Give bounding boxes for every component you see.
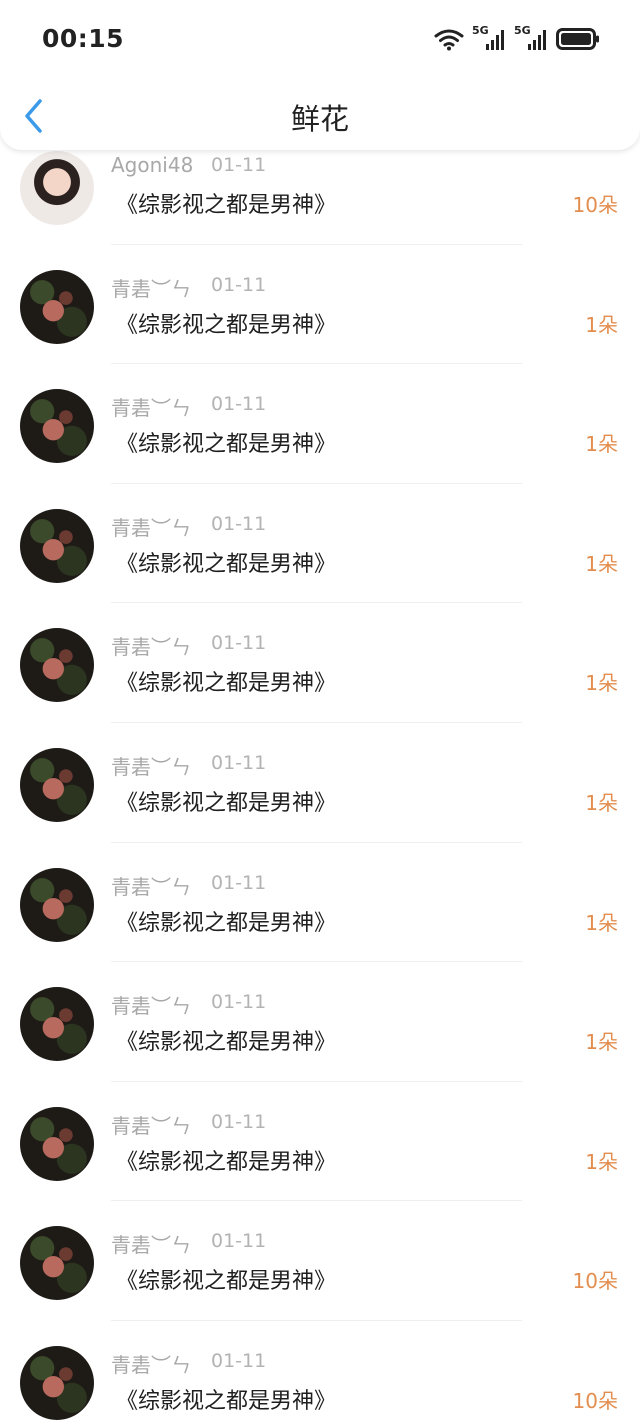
book-title[interactable]: 《综影视之都是男神》 bbox=[116, 426, 336, 458]
record-date: 01-11 bbox=[211, 1110, 267, 1133]
flower-record-row[interactable]: 青砉︶ㄣ 01-11 《综影视之都是男神》 1朵 bbox=[0, 364, 640, 484]
user-avatar[interactable] bbox=[20, 1106, 94, 1181]
flower-record-row[interactable]: 青砉︶ㄣ 01-11 《综影视之都是男神》 1朵 bbox=[0, 484, 640, 604]
user-avatar[interactable] bbox=[20, 151, 94, 225]
status-time: 00:15 bbox=[42, 24, 125, 53]
5g-signal-icon: 5G bbox=[514, 24, 548, 52]
header: 00:15 5G 5G 鲜花 bbox=[0, 0, 640, 150]
flower-amount: 1朵 bbox=[585, 432, 618, 457]
user-name[interactable]: 青砉︶ㄣ bbox=[111, 512, 191, 541]
record-date: 01-11 bbox=[211, 871, 267, 894]
book-title[interactable]: 《综影视之都是男神》 bbox=[116, 546, 336, 578]
flower-amount: 1朵 bbox=[585, 671, 618, 696]
status-bar: 00:15 5G 5G bbox=[0, 0, 640, 80]
book-title[interactable]: 《综影视之都是男神》 bbox=[116, 665, 336, 697]
flower-amount: 1朵 bbox=[585, 1149, 618, 1174]
flower-amount: 1朵 bbox=[585, 910, 618, 935]
user-avatar[interactable] bbox=[20, 867, 94, 942]
page-title: 鲜花 bbox=[290, 102, 349, 136]
book-title[interactable]: 《综影视之都是男神》 bbox=[116, 1383, 336, 1415]
5g-signal-icon: 5G bbox=[472, 24, 506, 52]
flower-amount: 1朵 bbox=[585, 551, 618, 576]
user-name[interactable]: 青砉︶ㄣ bbox=[111, 871, 191, 900]
user-avatar[interactable] bbox=[20, 987, 94, 1062]
user-avatar[interactable] bbox=[20, 389, 94, 464]
flower-record-row[interactable]: 青砉︶ㄣ 01-11 《综影视之都是男神》 1朵 bbox=[0, 723, 640, 843]
user-name[interactable]: 青砉︶ㄣ bbox=[111, 631, 191, 660]
user-avatar[interactable] bbox=[20, 1226, 94, 1301]
flower-amount: 10朵 bbox=[572, 1388, 618, 1413]
user-name[interactable]: 青砉︶ㄣ bbox=[111, 273, 191, 302]
book-title[interactable]: 《综影视之都是男神》 bbox=[116, 1263, 336, 1295]
user-avatar[interactable] bbox=[20, 747, 94, 822]
user-name[interactable]: 青砉︶ㄣ bbox=[111, 1110, 191, 1139]
user-name[interactable]: Agoni48 bbox=[111, 153, 193, 177]
record-date: 01-11 bbox=[211, 273, 267, 296]
flower-record-row[interactable]: 青砉︶ㄣ 01-11 《综影视之都是男神》 10朵 bbox=[0, 1201, 640, 1321]
flower-record-row[interactable]: 青砉︶ㄣ 01-11 《综影视之都是男神》 1朵 bbox=[0, 603, 640, 723]
flower-amount: 10朵 bbox=[572, 193, 618, 217]
flower-amount: 1朵 bbox=[585, 312, 618, 337]
user-name[interactable]: 青砉︶ㄣ bbox=[111, 392, 191, 421]
user-name[interactable]: 青砉︶ㄣ bbox=[111, 1229, 191, 1258]
record-date: 01-11 bbox=[211, 1349, 267, 1372]
user-name[interactable]: 青砉︶ㄣ bbox=[111, 1349, 191, 1378]
flower-record-row[interactable]: 青砉︶ㄣ 01-11 《综影视之都是男神》 1朵 bbox=[0, 843, 640, 963]
book-title[interactable]: 《综影视之都是男神》 bbox=[116, 905, 336, 937]
flower-amount: 1朵 bbox=[585, 790, 618, 815]
flower-record-row[interactable]: 青砉︶ㄣ 01-11 《综影视之都是男神》 1朵 bbox=[0, 1082, 640, 1202]
user-avatar[interactable] bbox=[20, 508, 94, 583]
book-title[interactable]: 《综影视之都是男神》 bbox=[116, 785, 336, 817]
book-title[interactable]: 《综影视之都是男神》 bbox=[116, 187, 336, 219]
flower-record-row[interactable]: 青砉︶ㄣ 01-11 《综影视之都是男神》 10朵 bbox=[0, 1321, 640, 1421]
user-name[interactable]: 青砉︶ㄣ bbox=[111, 990, 191, 1019]
wifi-icon bbox=[434, 29, 464, 51]
flower-record-list: Agoni48 01-11 《综影视之都是男神》 10朵 青砉︶ㄣ 01-11 … bbox=[0, 125, 640, 1421]
flower-amount: 1朵 bbox=[585, 1030, 618, 1055]
book-title[interactable]: 《综影视之都是男神》 bbox=[116, 307, 336, 339]
user-name[interactable]: 青砉︶ㄣ bbox=[111, 751, 191, 780]
flower-amount: 10朵 bbox=[572, 1269, 618, 1294]
record-date: 01-11 bbox=[211, 393, 267, 416]
status-icons: 5G 5G bbox=[434, 24, 600, 54]
battery-icon bbox=[556, 28, 599, 50]
book-title[interactable]: 《综影视之都是男神》 bbox=[116, 1144, 336, 1176]
flower-record-row[interactable]: 青砉︶ㄣ 01-11 《综影视之都是男神》 1朵 bbox=[0, 245, 640, 365]
user-avatar[interactable] bbox=[20, 628, 94, 703]
user-avatar[interactable] bbox=[20, 1345, 94, 1420]
record-date: 01-11 bbox=[211, 1230, 267, 1253]
record-date: 01-11 bbox=[211, 751, 267, 774]
user-avatar[interactable] bbox=[20, 269, 94, 344]
record-date: 01-11 bbox=[211, 154, 267, 176]
flower-record-row[interactable]: 青砉︶ㄣ 01-11 《综影视之都是男神》 1朵 bbox=[0, 962, 640, 1082]
record-date: 01-11 bbox=[211, 632, 267, 655]
record-date: 01-11 bbox=[211, 512, 267, 535]
book-title[interactable]: 《综影视之都是男神》 bbox=[116, 1024, 336, 1056]
record-date: 01-11 bbox=[211, 991, 267, 1014]
